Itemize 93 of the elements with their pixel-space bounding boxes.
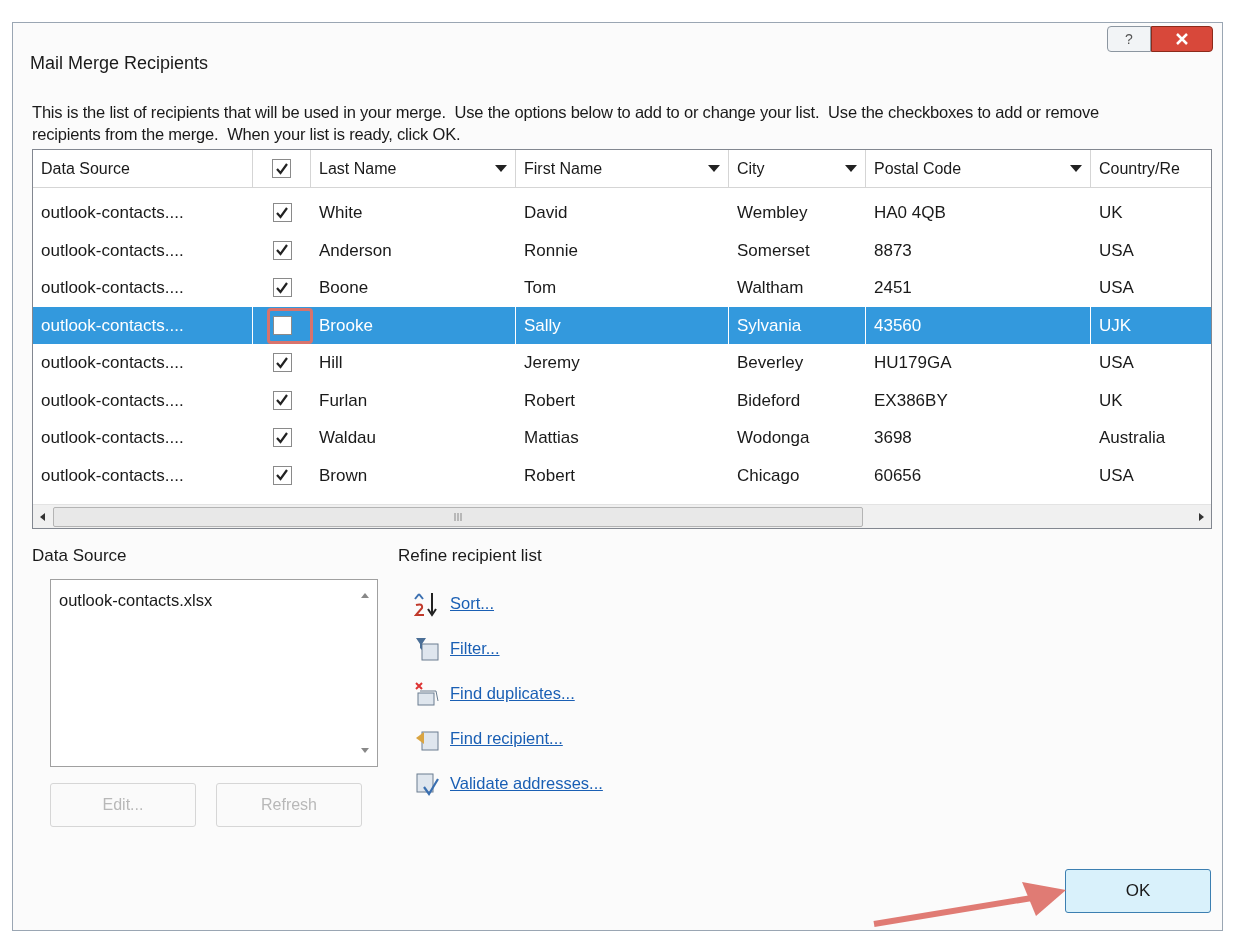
filter-icon	[414, 635, 440, 662]
checkbox[interactable]	[272, 390, 292, 410]
table-row[interactable]: outlook-contacts.... Anderson Ronnie Somerset 8873 USA	[33, 231, 1211, 269]
grip-icon	[453, 512, 463, 521]
table-row[interactable]: outlook-contacts.... White David Wembley HA0 4QB UK	[33, 194, 1211, 232]
refine-link[interactable]: Validate addresses...	[450, 771, 603, 796]
sort-icon	[414, 590, 440, 617]
table-cell-text: Waldau	[318, 427, 377, 449]
table-cell-text: outlook-contacts....	[40, 277, 185, 299]
ok-button[interactable]: OK	[1065, 869, 1211, 913]
checkbox[interactable]	[272, 353, 292, 373]
refine-link[interactable]: Find recipient...	[450, 726, 563, 751]
data-source-list[interactable]: outlook-contacts.xlsx	[50, 578, 378, 767]
table-row[interactable]: outlook-contacts.... Hill Jeremy Beverley HU179GA USA	[33, 344, 1211, 382]
table-row[interactable]: outlook-contacts.... Brown Robert Chicago 60656 USA	[33, 456, 1211, 494]
refine-link[interactable]: Sort...	[450, 591, 494, 616]
table-cell-text: outlook-contacts....	[40, 427, 185, 449]
section-label: Refine recipient list	[398, 545, 543, 567]
table-cell-text: Anderson	[318, 239, 393, 262]
instructions-text: This is the list of recipients that will be used in your merge. Use the options below to add to or change your list. Use the checkboxes to add or remove recipients from the merge. When your list is ready, click OK.	[32, 102, 1100, 145]
close-button[interactable]	[1151, 26, 1213, 52]
table-cell-text: Jeremy	[523, 352, 581, 374]
duplicates-icon	[414, 680, 440, 707]
table-cell-text: 8873	[873, 239, 913, 262]
caret-icon[interactable]	[1070, 165, 1082, 172]
window-title: Mail Merge Recipients	[30, 52, 209, 75]
table-cell-text: USA	[1098, 464, 1135, 487]
table-cell-text: outlook-contacts....	[40, 389, 185, 412]
checkbox[interactable]	[272, 159, 291, 178]
table-cell-text: Wodonga	[736, 427, 811, 449]
table-cell-text: 2451	[873, 277, 913, 299]
table-cell-text: Tom	[523, 277, 558, 299]
table-cell-text: EX386BY	[873, 389, 949, 412]
help-button[interactable]: ?	[1107, 26, 1151, 52]
checkbox[interactable]	[272, 278, 292, 298]
validate-icon	[414, 770, 440, 797]
table-cell-text: UK	[1098, 389, 1124, 412]
table-cell-text: HA0 4QB	[873, 202, 947, 224]
table-cell-text: 60656	[873, 464, 923, 487]
table-cell-text: Chicago	[736, 464, 801, 487]
table-cell-text: David	[523, 202, 569, 224]
refine-link[interactable]: Find duplicates...	[450, 681, 575, 706]
table-cell-text: outlook-contacts....	[40, 352, 185, 374]
table-cell-text: Beverley	[736, 352, 805, 374]
checkbox[interactable]	[272, 203, 292, 223]
table-cell: outlook-contacts....	[33, 306, 253, 344]
table-cell-text: Furlan	[318, 389, 369, 412]
table-row[interactable]: outlook-contacts.... Furlan Robert Bideford EX386BY UK	[33, 381, 1211, 419]
highlight-frame	[267, 307, 313, 344]
table-cell-text: outlook-contacts....	[40, 202, 185, 224]
table-cell-text: Brown	[318, 464, 369, 487]
table-cell-text: HU179GA	[873, 352, 953, 374]
close-icon	[1175, 33, 1189, 45]
checkbox[interactable]	[272, 315, 292, 335]
table-cell: Brooke	[311, 306, 516, 344]
checkbox[interactable]	[272, 465, 292, 485]
table-cell-text: White	[318, 202, 364, 224]
table-cell-text: 3698	[873, 427, 913, 449]
table-cell: Sally	[516, 306, 729, 344]
table-cell-text: Bideford	[736, 389, 802, 412]
table-cell: UJK	[1091, 306, 1211, 344]
horizontal-scrollbar[interactable]	[33, 504, 1211, 528]
checkbox[interactable]	[272, 240, 292, 260]
caret-icon[interactable]	[845, 165, 857, 172]
table-cell: Sylvania	[729, 306, 866, 344]
table-cell-text: Somerset	[736, 239, 811, 262]
table-cell-text: USA	[1098, 277, 1135, 299]
table-cell-text: UK	[1098, 202, 1124, 224]
section-label: Data Source	[32, 545, 128, 567]
table-cell-text: USA	[1098, 352, 1135, 374]
table-cell-text: Ronnie	[523, 239, 579, 262]
table-cell-text: Robert	[523, 389, 577, 412]
table-cell-text: USA	[1098, 239, 1135, 262]
table-row[interactable]: outlook-contacts.... Boone Tom Waltham 2451 USA	[33, 269, 1211, 307]
table-cell-text: Hill	[318, 352, 344, 374]
table-cell: 43560	[866, 306, 1091, 344]
scroll-down-icon[interactable]	[361, 747, 369, 754]
table-cell-text: outlook-contacts....	[40, 239, 185, 262]
table-cell-text: Waltham	[736, 277, 805, 299]
scroll-up-icon[interactable]	[361, 591, 369, 598]
scrollbar-thumb[interactable]	[53, 506, 863, 527]
checkbox[interactable]	[272, 428, 292, 448]
table-cell-text: Robert	[523, 464, 577, 487]
table-cell-text: outlook-contacts....	[40, 464, 185, 487]
caret-icon[interactable]	[708, 165, 720, 172]
caret-icon[interactable]	[495, 165, 507, 172]
table-cell-text: Boone	[318, 277, 370, 299]
table-row[interactable]: outlook-contacts.... Waldau Mattias Wodonga 3698 Australia	[33, 419, 1211, 457]
table-cell-text: Wembley	[736, 202, 809, 224]
table-cell-text: Mattias	[523, 427, 580, 449]
table-cell-text: Australia	[1098, 427, 1167, 449]
refine-link[interactable]: Filter...	[450, 636, 500, 661]
list-item[interactable]: outlook-contacts.xlsx	[59, 587, 213, 613]
